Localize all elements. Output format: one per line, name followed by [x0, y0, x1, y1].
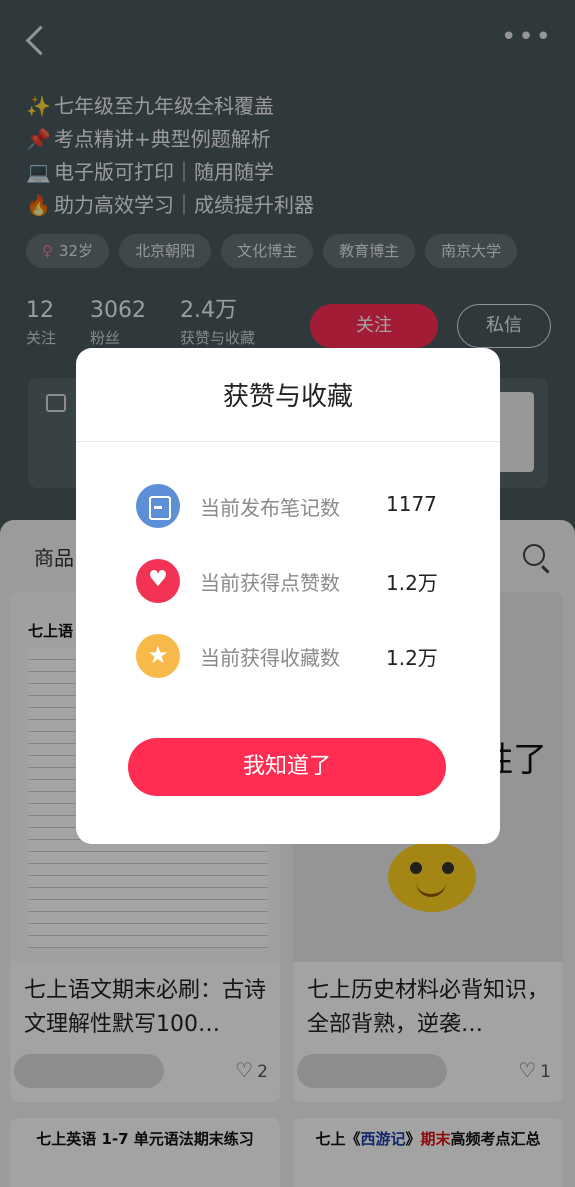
- note-icon: [136, 484, 180, 528]
- got-it-button[interactable]: 我知道了: [128, 738, 446, 796]
- divider: [76, 441, 500, 442]
- dialog-title: 获赞与收藏: [222, 382, 353, 412]
- heart-icon: ♥: [136, 559, 180, 603]
- favorites-count-row: ★ 当前获得收藏数 1.2万: [136, 634, 466, 680]
- likes-count-row: ♥ 当前获得点赞数 1.2万: [136, 559, 466, 605]
- notes-count-row: 当前发布笔记数 1177: [136, 484, 466, 530]
- row-value: 1177: [386, 492, 437, 516]
- likes-favorites-dialog: 获赞与收藏 当前发布笔记数 1177 ♥ 当前获得点赞数 1.2万 ★ 当前获得…: [76, 348, 500, 844]
- row-value: 1.2万: [386, 571, 438, 595]
- row-label: 当前获得点赞数: [200, 571, 340, 595]
- star-icon: ★: [136, 634, 180, 678]
- row-label: 当前获得收藏数: [200, 646, 340, 670]
- row-value: 1.2万: [386, 646, 438, 670]
- row-label: 当前发布笔记数: [200, 496, 340, 520]
